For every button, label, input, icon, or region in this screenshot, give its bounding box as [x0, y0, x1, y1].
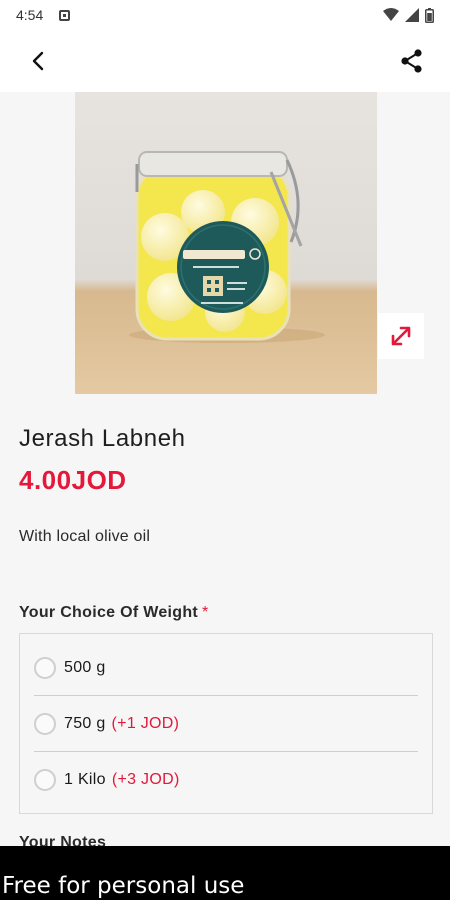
radio-button[interactable]: [34, 656, 56, 679]
product-title: Jerash Labneh: [19, 425, 186, 452]
weight-option-750g[interactable]: 750 g (+1 JOD): [34, 696, 418, 752]
option-label: 750 g: [64, 714, 106, 732]
weight-option-500g[interactable]: 500 g: [34, 640, 418, 696]
option-price-extra: (+3 JOD): [111, 771, 180, 788]
option-label: 1 Kilo: [64, 771, 106, 788]
signal-icon: [405, 8, 419, 22]
product-details[interactable]: Jerash Labneh 4.00JOD With local olive o…: [0, 92, 450, 846]
status-icons: [383, 7, 434, 23]
labneh-jar-illustration: [129, 151, 325, 343]
watermark-banner: Free for personal use: [0, 846, 450, 900]
back-arrow-icon: [32, 51, 44, 71]
notification-icon: [59, 9, 71, 21]
wifi-icon: [383, 8, 399, 21]
status-bar: 4:54: [0, 0, 450, 30]
app-bar: [0, 30, 450, 92]
expand-icon: [391, 326, 411, 346]
product-description: With local olive oil: [19, 528, 151, 545]
expand-image-button[interactable]: [378, 313, 424, 359]
radio-button[interactable]: [34, 769, 56, 791]
weight-section-label: Your Choice Of Weight: [19, 604, 199, 621]
watermark-text: Free for personal use: [2, 873, 245, 899]
notes-section-title: Your Notes: [19, 834, 107, 846]
radio-button[interactable]: [34, 712, 56, 735]
option-label: 500 g: [64, 658, 106, 676]
required-mark: *: [202, 604, 209, 621]
weight-options: 500 g 750 g (+1 JOD) 1 Kilo (+3 JOD): [19, 633, 433, 814]
weight-section-title: Your Choice Of Weight *: [19, 604, 209, 622]
share-button[interactable]: [396, 45, 428, 77]
product-price: 4.00JOD: [19, 465, 127, 495]
status-time: 4:54: [16, 7, 44, 23]
battery-icon: [425, 7, 434, 23]
option-price-extra: (+1 JOD): [111, 714, 180, 732]
weight-option-1kilo[interactable]: 1 Kilo (+3 JOD): [34, 752, 418, 808]
share-icon: [401, 49, 422, 73]
back-button[interactable]: [22, 45, 54, 77]
product-image[interactable]: [75, 92, 377, 394]
